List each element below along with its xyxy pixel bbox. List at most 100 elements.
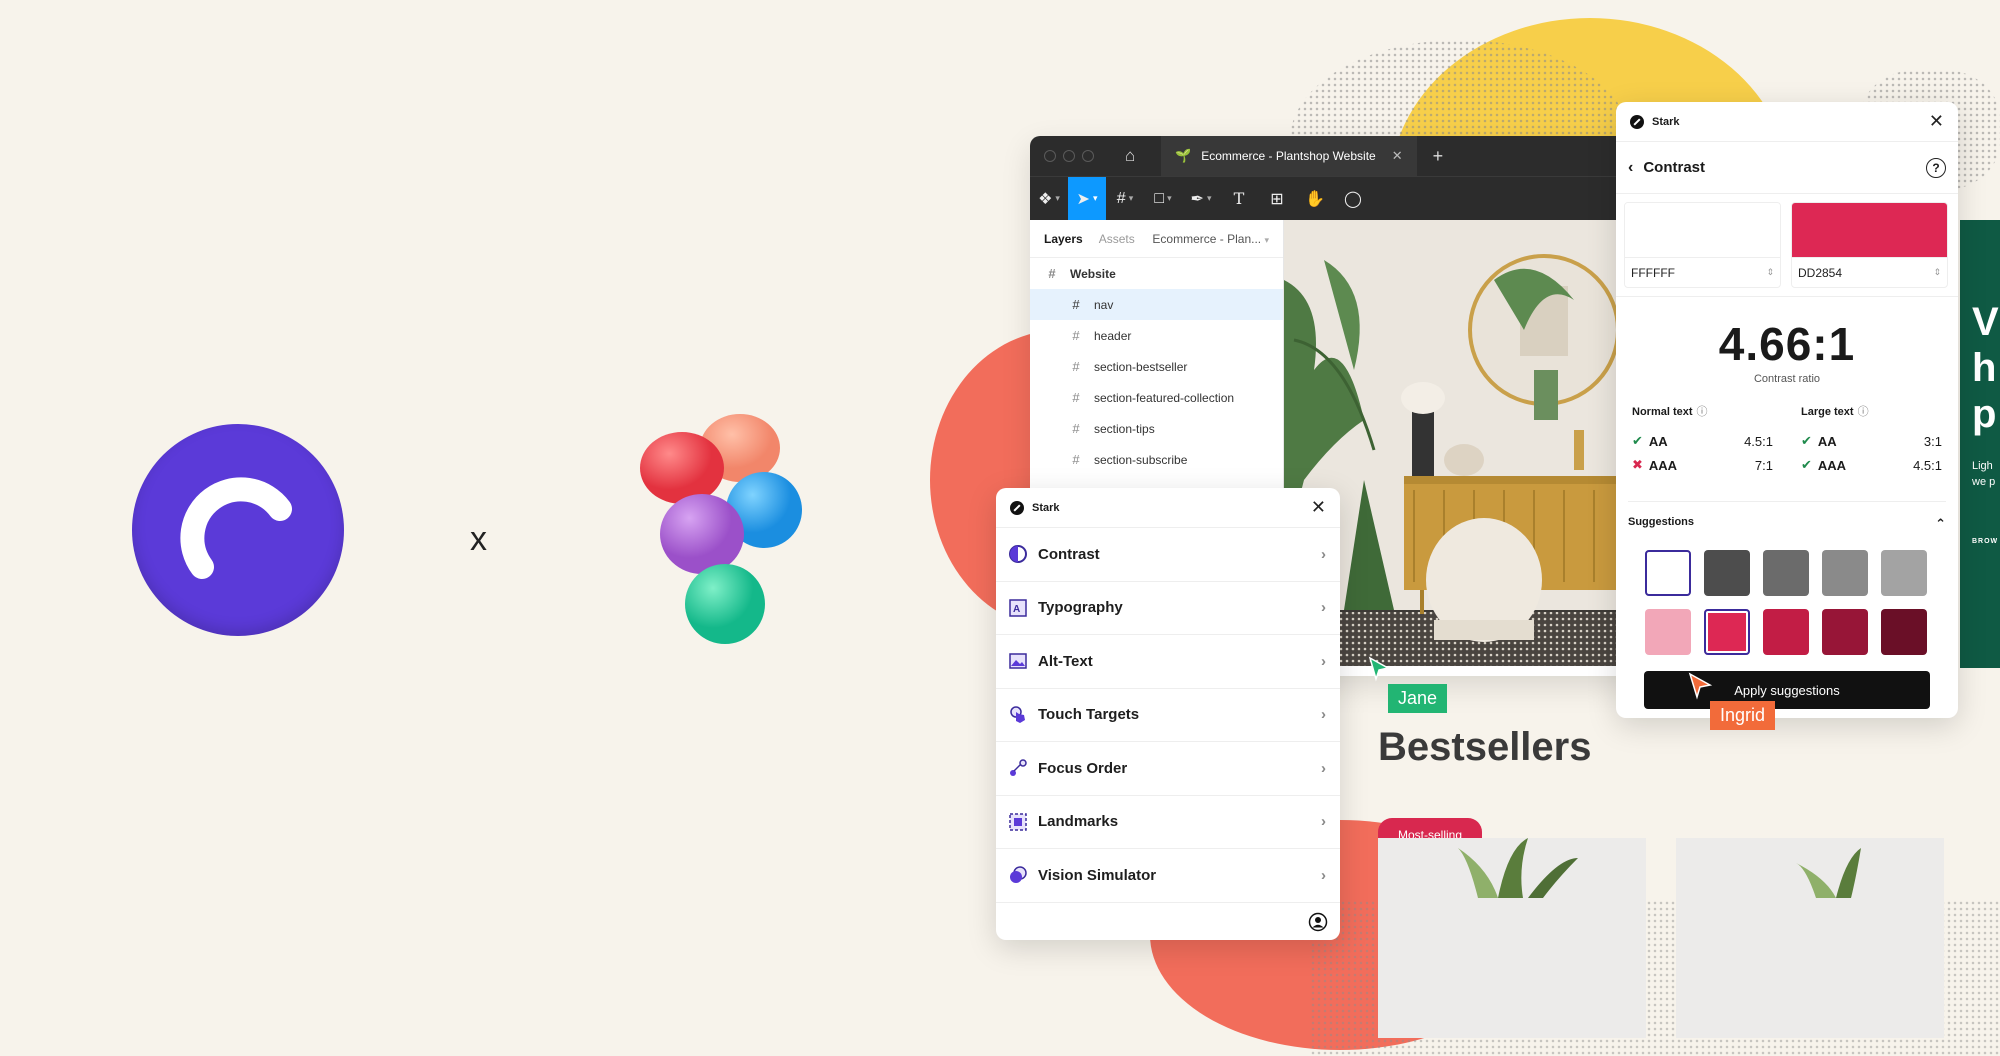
check-icon: ✔ [1801, 433, 1812, 448]
normal-text-title: Normal text [1632, 406, 1693, 418]
typography-icon: A [1009, 599, 1027, 617]
suggestion-swatch[interactable] [1763, 550, 1809, 596]
page-select[interactable]: Ecommerce - Plan... ▾ [1152, 232, 1269, 246]
layer-label: nav [1094, 297, 1114, 312]
suggestion-swatch[interactable] [1704, 550, 1750, 596]
menu-item-label: Contrast [1038, 545, 1100, 563]
menu-item-label: Focus Order [1038, 759, 1128, 777]
stark-menu-footer [996, 903, 1340, 941]
menu-item-vision-simulator[interactable]: Vision Simulator › [996, 849, 1340, 903]
product-card-2[interactable] [1676, 838, 1944, 1038]
stark-menu-header: Stark ✕ [996, 488, 1340, 528]
tab-layers[interactable]: Layers [1044, 232, 1083, 246]
suggestion-swatch[interactable] [1881, 609, 1927, 655]
suggestion-swatch[interactable] [1822, 609, 1868, 655]
info-icon[interactable]: ⓘ [1858, 406, 1869, 418]
tab-assets[interactable]: Assets [1099, 232, 1135, 246]
menu-item-typography[interactable]: A Typography › [996, 582, 1340, 635]
svg-text:A: A [1013, 604, 1020, 615]
jane-cursor-icon [1368, 656, 1391, 682]
background-swatch[interactable] [1792, 203, 1947, 257]
frame-icon: # [1072, 452, 1080, 467]
pen-tool-button[interactable]: ✒ ▾ [1182, 177, 1220, 221]
background-color-picker[interactable]: DD2854 ⇕ [1791, 202, 1948, 288]
info-icon[interactable]: ⓘ [1697, 406, 1708, 418]
hero-browse-link[interactable]: BROW [1972, 538, 1998, 545]
suggestion-swatch[interactable] [1822, 550, 1868, 596]
resources-tool-button[interactable]: ⊞ [1258, 177, 1296, 221]
large-text-title: Large text [1801, 406, 1854, 418]
help-icon[interactable]: ? [1926, 157, 1946, 178]
suggestion-swatch[interactable] [1763, 609, 1809, 655]
hero-letter-3: p [1972, 392, 1997, 436]
window-zoom-dot[interactable] [1082, 150, 1094, 162]
contrast-panel-title: Stark [1652, 115, 1680, 128]
hand-tool-button[interactable]: ✋ [1296, 177, 1334, 221]
foreground-swatch[interactable] [1625, 203, 1780, 257]
chevron-up-icon[interactable]: ⌃ [1935, 516, 1946, 532]
menu-item-touch-targets[interactable]: Touch Targets › [996, 689, 1340, 742]
foreground-hex-field[interactable]: FFFFFF ⇕ [1625, 257, 1780, 287]
menu-item-alt-text[interactable]: Alt-Text › [996, 635, 1340, 689]
new-tab-icon[interactable]: + [1433, 146, 1444, 167]
product-card-1[interactable] [1378, 838, 1646, 1038]
window-close-dot[interactable] [1044, 150, 1056, 162]
stepper-icon[interactable]: ⇕ [1766, 267, 1774, 278]
layer-row-header[interactable]: # header [1030, 320, 1283, 351]
foreground-color-picker[interactable]: FFFFFF ⇕ [1624, 202, 1781, 288]
main-menu-button[interactable]: ❖ ▾ [1030, 177, 1068, 221]
text-tool-button[interactable]: T [1220, 177, 1258, 221]
move-tool-button[interactable]: ➤ ▾ [1068, 176, 1106, 221]
normal-aaa-row: ✖ AAA 7:1 [1632, 453, 1773, 477]
color-pickers: FFFFFF ⇕ DD2854 ⇕ [1616, 194, 1958, 297]
layer-row-section-tips[interactable]: # section-tips [1030, 413, 1283, 444]
menu-item-landmarks[interactable]: Landmarks › [996, 796, 1340, 849]
ingrid-cursor-label: Ingrid [1710, 701, 1776, 730]
back-arrow-icon[interactable]: ‹ [1628, 159, 1633, 177]
layer-label: section-featured-collection [1094, 390, 1235, 405]
bestsellers-heading: Bestsellers [1378, 725, 1592, 769]
suggestion-swatch[interactable] [1881, 550, 1927, 596]
chevron-right-icon: › [1321, 813, 1326, 831]
home-icon[interactable]: ⌂ [1125, 147, 1143, 165]
layer-row-section-bestseller[interactable]: # section-bestseller [1030, 351, 1283, 382]
suggestion-swatch[interactable] [1704, 609, 1750, 655]
contrast-subheader: ‹ Contrast ? [1616, 142, 1958, 194]
page-select-label: Ecommerce - Plan... [1152, 231, 1262, 246]
frame-icon: # [1072, 297, 1080, 312]
components-icon: ⊞ [1270, 190, 1284, 208]
account-icon[interactable] [1308, 912, 1328, 932]
suggestions-header[interactable]: Suggestions ⌃ [1628, 501, 1946, 532]
menu-item-contrast[interactable]: Contrast › [996, 528, 1340, 582]
stark-logo-icon [1010, 500, 1024, 515]
menu-item-label: Touch Targets [1038, 706, 1140, 724]
menu-item-focus-order[interactable]: Focus Order › [996, 742, 1340, 796]
hand-icon: ✋ [1305, 190, 1325, 208]
window-minimize-dot[interactable] [1063, 150, 1075, 162]
shape-tool-button[interactable]: □ ▾ [1144, 177, 1182, 221]
website-hero-strip: V h p Ligh we p BROW [1960, 220, 2000, 668]
suggestion-swatch[interactable] [1645, 609, 1691, 655]
background-hex-field[interactable]: DD2854 ⇕ [1792, 257, 1947, 287]
stepper-icon[interactable]: ⇕ [1933, 267, 1941, 278]
frame-icon: # [1072, 421, 1080, 436]
touch-targets-icon [1010, 706, 1025, 723]
apply-suggestions-button[interactable]: Apply suggestions [1644, 671, 1930, 709]
contrast-ratio-value: 4.66:1 [1718, 318, 1856, 370]
layer-row-nav[interactable]: # nav [1030, 289, 1283, 320]
file-tab[interactable]: 🌱 Ecommerce - Plantshop Website ✕ [1161, 136, 1417, 176]
suggestion-swatch[interactable] [1645, 550, 1691, 596]
comment-tool-button[interactable]: ◯ [1334, 177, 1372, 221]
stark-plugin-menu: Stark ✕ Contrast › A Typography › Alt-Te… [996, 488, 1340, 940]
hero-text-1: Ligh [1972, 460, 1993, 472]
close-tab-icon[interactable]: ✕ [1392, 148, 1403, 164]
layer-row-website[interactable]: # Website [1030, 258, 1283, 289]
pen-icon: ✒ [1190, 190, 1204, 208]
close-icon[interactable]: ✕ [1311, 497, 1326, 518]
close-icon[interactable]: ✕ [1929, 111, 1944, 132]
layer-row-section-subscribe[interactable]: # section-subscribe [1030, 444, 1283, 475]
frame-tool-button[interactable]: # ▾ [1106, 177, 1144, 221]
layer-row-section-featured-collection[interactable]: # section-featured-collection [1030, 382, 1283, 413]
stark-menu-title: Stark [1032, 501, 1060, 514]
menu-item-label: Vision Simulator [1038, 866, 1157, 884]
